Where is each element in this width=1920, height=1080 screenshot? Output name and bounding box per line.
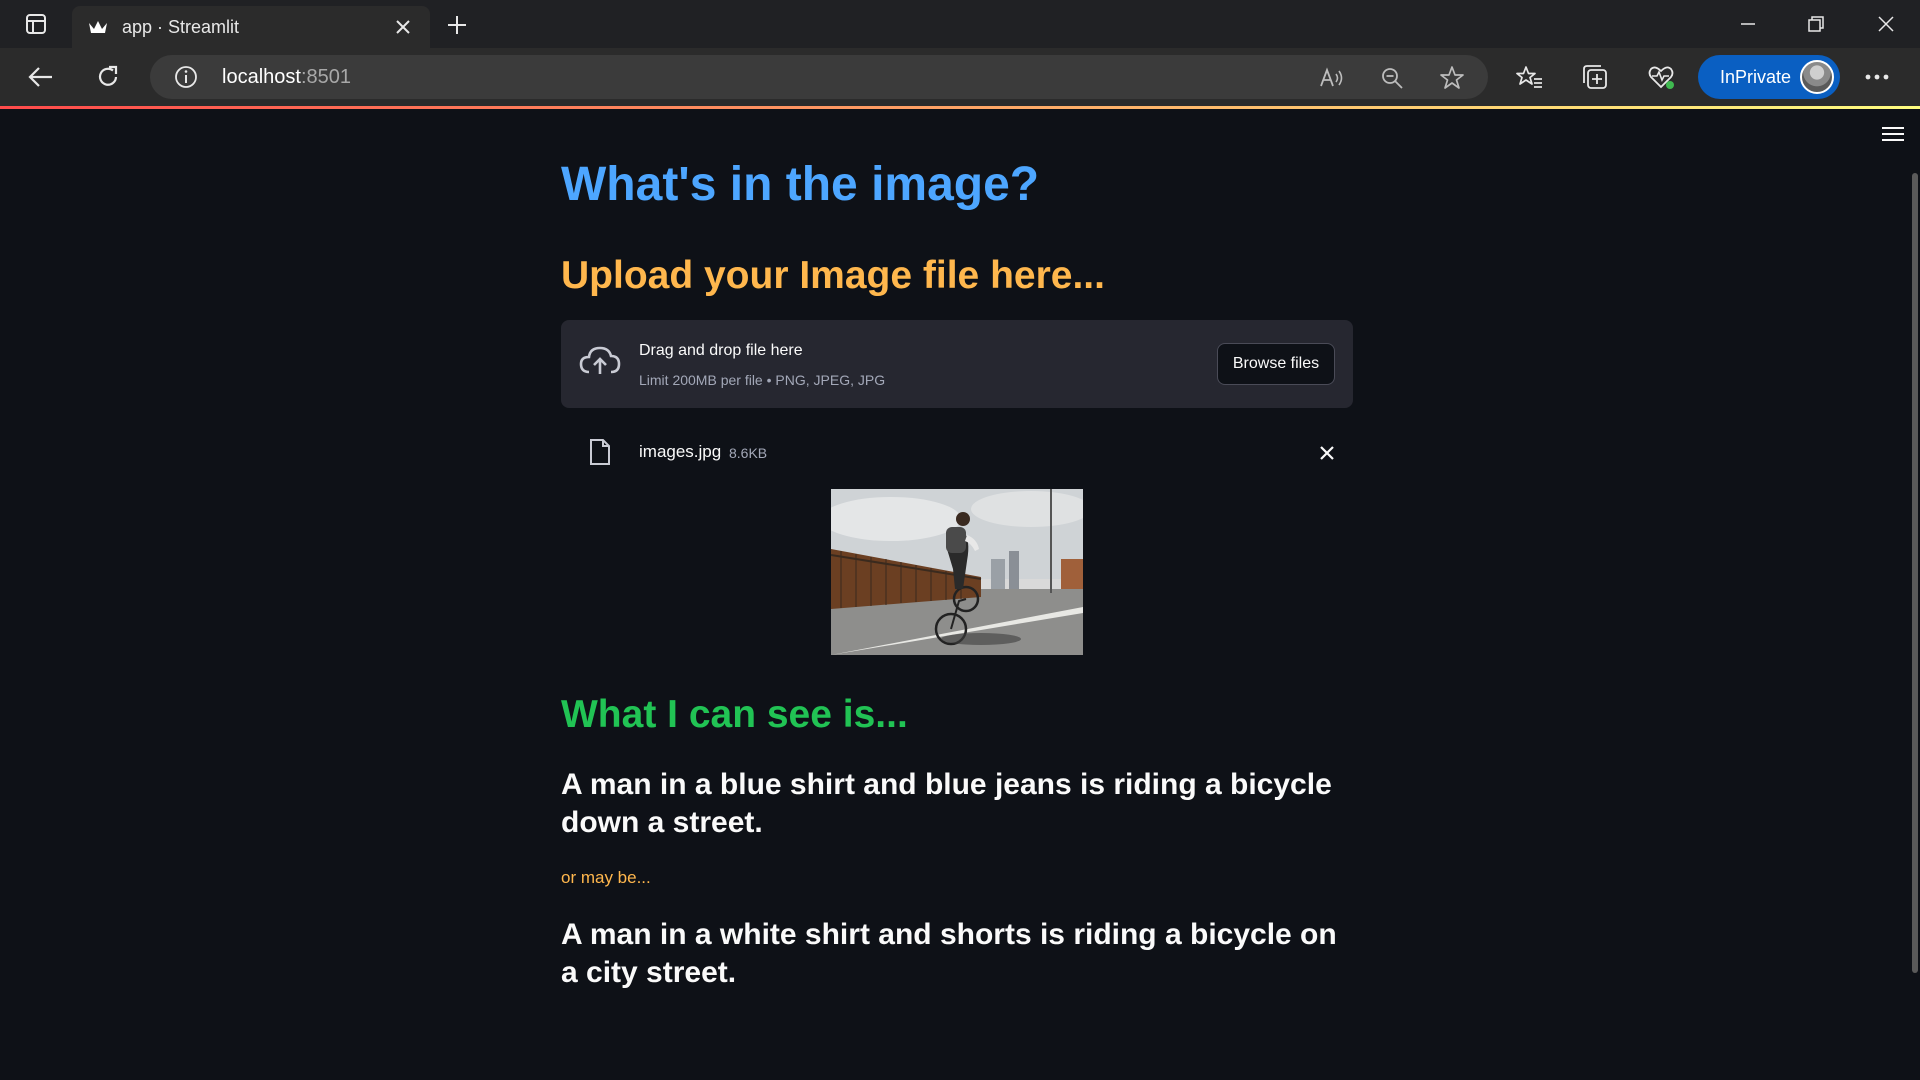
url-text: localhost:8501 [222, 66, 351, 89]
uploaded-file: images.jpg 8.6KB [561, 428, 1353, 478]
alternative-label: or may be... [561, 868, 651, 887]
more-icon[interactable] [1862, 62, 1892, 92]
read-aloud-icon[interactable] [1318, 64, 1346, 92]
caption-primary: A man in a blue shirt and blue jeans is … [561, 768, 1332, 839]
navigation-bar: localhost:8501 InPrivate [0, 48, 1920, 106]
uploaded-image [831, 489, 1083, 655]
page-title: What's in the image? [561, 158, 1040, 211]
upload-heading: Upload your Image file here... [561, 254, 1105, 297]
cloud-upload-icon [579, 344, 621, 378]
inprivate-label: InPrivate [1720, 66, 1792, 87]
result-heading: What I can see is... [561, 693, 908, 736]
file-name: images.jpg [639, 442, 722, 461]
browser-essentials-icon[interactable] [1646, 62, 1676, 92]
streamlit-crown-icon [88, 17, 108, 37]
address-bar[interactable]: localhost:8501 [150, 55, 1488, 99]
hamburger-menu-icon[interactable] [1882, 127, 1904, 145]
url-host: localhost [222, 66, 301, 88]
plus-icon[interactable] [442, 10, 472, 40]
zoom-out-icon[interactable] [1378, 64, 1406, 92]
restore-icon[interactable] [1796, 8, 1836, 40]
url-port: :8501 [300, 66, 351, 88]
info-icon[interactable] [174, 65, 198, 89]
tab-bar: app · Streamlit [0, 0, 1920, 48]
window-close-icon[interactable] [1866, 8, 1906, 40]
tab-title: app · Streamlit [122, 16, 240, 37]
file-icon [589, 438, 611, 466]
back-arrow-icon[interactable] [22, 59, 60, 95]
file-size: 8.6KB [729, 445, 768, 461]
close-icon[interactable] [392, 16, 414, 38]
refresh-icon[interactable] [89, 59, 127, 95]
minimize-icon[interactable] [1728, 8, 1768, 40]
inprivate-button[interactable]: InPrivate [1698, 55, 1840, 99]
avatar [1800, 60, 1834, 94]
streamlit-app: What's in the image? Upload your Image f… [0, 109, 1920, 1080]
caption-alternative: A man in a white shirt and shorts is rid… [561, 918, 1337, 989]
dropzone-limit: Limit 200MB per file • PNG, JPEG, JPG [639, 372, 886, 388]
favorite-star-icon[interactable] [1438, 64, 1466, 92]
tab-actions-icon[interactable] [16, 10, 56, 38]
file-dropzone[interactable]: Drag and drop file here Limit 200MB per … [561, 320, 1353, 408]
favorites-icon[interactable] [1514, 62, 1544, 92]
browse-files-button[interactable]: Browse files [1217, 343, 1335, 385]
collections-icon[interactable] [1580, 62, 1610, 92]
browser-tab[interactable]: app · Streamlit [72, 6, 430, 48]
remove-file-icon[interactable] [1317, 443, 1337, 463]
scrollbar[interactable] [1912, 173, 1918, 973]
dropzone-title: Drag and drop file here [639, 342, 803, 359]
